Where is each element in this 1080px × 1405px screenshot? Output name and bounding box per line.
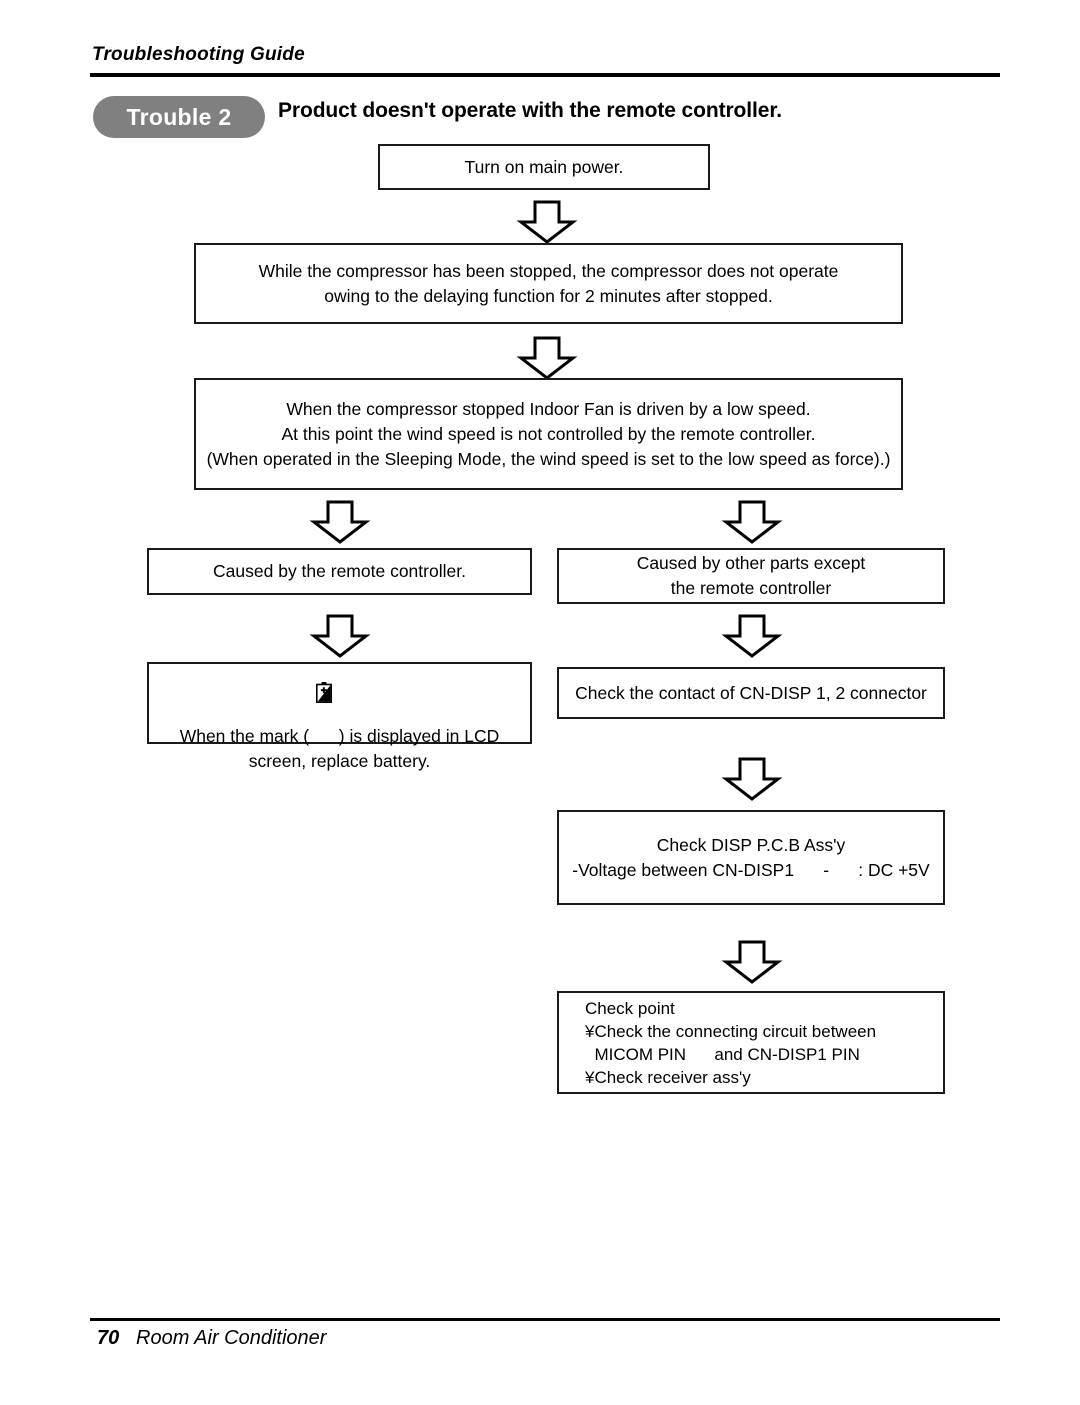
trouble-number-badge: Trouble 2 — [93, 96, 265, 138]
down-arrow-icon — [721, 757, 783, 801]
battery-line-prefix: When the mark ( — [179, 726, 314, 746]
down-arrow-icon — [309, 500, 371, 544]
flow-box-check-disp-pcb: Check DISP P.C.B Ass'y -Voltage between … — [557, 810, 945, 905]
flow-box-line: ¥Check the connecting circuit between — [585, 1021, 877, 1041]
down-arrow-icon — [721, 614, 783, 658]
header-guide-label: Troubleshooting Guide — [92, 44, 305, 65]
flow-box-line: Check point — [585, 998, 675, 1018]
flow-box-line: MICOM PIN and CN-DISP1 PIN — [585, 1044, 860, 1064]
flow-box-indoor-fan-low-speed: When the compressor stopped Indoor Fan i… — [194, 378, 903, 490]
flow-box-line: owing to the delaying function for 2 min… — [324, 285, 773, 306]
battery-low-icon — [315, 632, 332, 703]
flow-box-check-point: Check point ¥Check the connecting circui… — [557, 991, 945, 1094]
flow-box-line: ¥Check receiver ass'y — [585, 1067, 751, 1087]
flow-box-line: While the compressor has been stopped, t… — [258, 260, 839, 281]
flow-box-line: When the compressor stopped Indoor Fan i… — [286, 398, 811, 419]
flow-box-caused-by-remote: Caused by the remote controller. — [147, 548, 532, 595]
flow-box-line: screen, replace battery. — [248, 751, 431, 771]
down-arrow-icon — [516, 200, 578, 244]
flow-box-line: (When operated in the Sleeping Mode, the… — [206, 448, 891, 469]
flow-box-line: Caused by other parts except — [636, 553, 866, 573]
flow-box-line: Check the contact of CN-DISP 1, 2 connec… — [575, 682, 927, 703]
flow-box-compressor-delay: While the compressor has been stopped, t… — [194, 243, 903, 324]
flow-box-line: At this point the wind speed is not cont… — [281, 423, 816, 444]
flow-box-line-with-icon: When the mark ( ) is displayed in LCD — [179, 632, 500, 749]
header-divider — [90, 73, 1000, 77]
footer-product-name: Room Air Conditioner — [136, 1327, 327, 1349]
flow-box-line: Check DISP P.C.B Ass'y — [656, 834, 846, 855]
flow-box-replace-battery: When the mark ( ) is displayed in LCD sc… — [147, 662, 532, 771]
flow-box-line: the remote controller — [670, 578, 832, 598]
footer-page-number: 70 — [97, 1327, 120, 1349]
flow-box-line: Caused by the remote controller. — [213, 561, 466, 581]
down-arrow-icon — [721, 940, 783, 984]
down-arrow-icon — [721, 500, 783, 544]
footer-divider — [90, 1318, 1000, 1321]
flow-box-line: Turn on main power. — [464, 156, 624, 177]
flow-box-line: -Voltage between CN-DISP1 - : DC +5V — [572, 859, 930, 880]
down-arrow-icon — [516, 336, 578, 380]
flow-box-check-connector-contact: Check the contact of CN-DISP 1, 2 connec… — [557, 667, 945, 719]
battery-line-suffix: ) is displayed in LCD — [333, 726, 500, 746]
flow-box-turn-on-power: Turn on main power. — [378, 144, 710, 190]
flow-box-caused-by-other-parts: Caused by other parts except the remote … — [557, 548, 945, 604]
page-title: Product doesn't operate with the remote … — [278, 99, 782, 122]
